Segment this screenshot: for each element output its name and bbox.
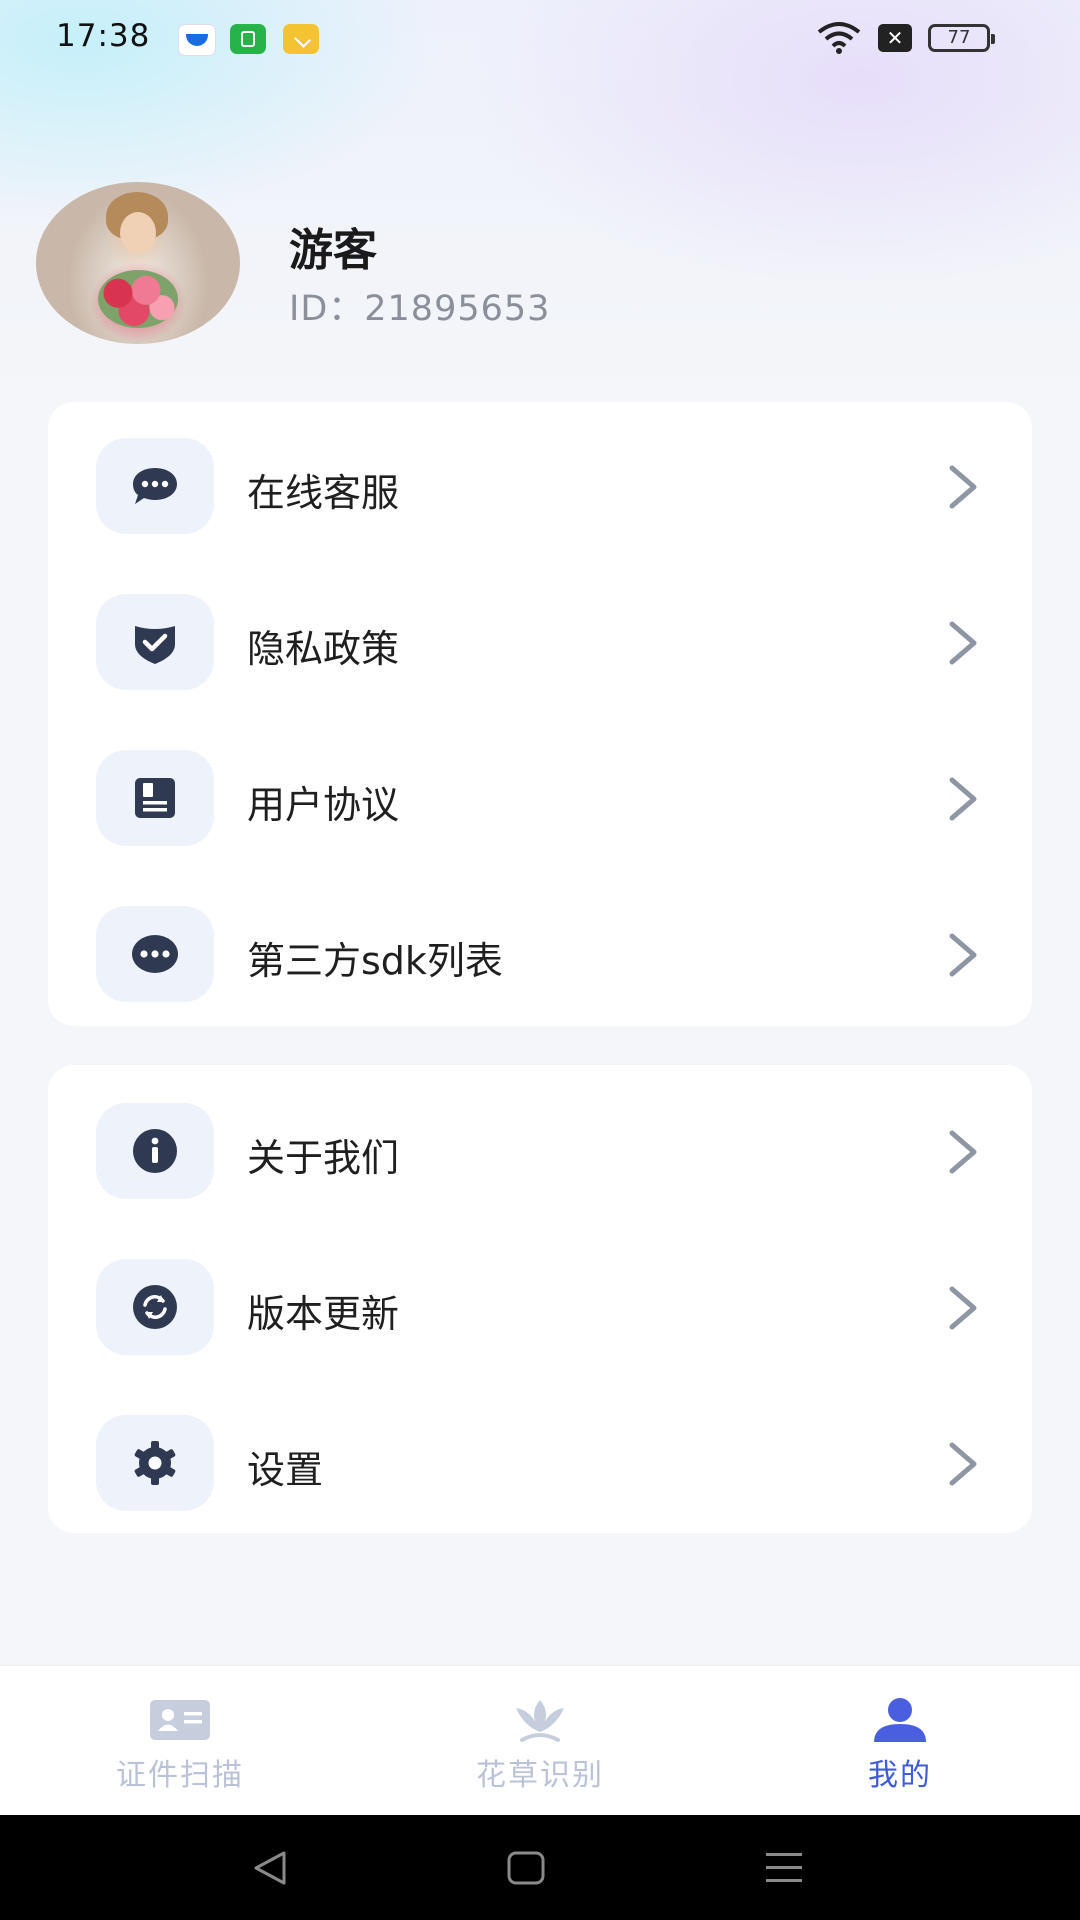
menu-item-label: 设置 [247, 1448, 324, 1492]
menu-item-privacy-policy[interactable]: 隐私政策 [48, 588, 1032, 698]
menu-item-label: 隐私政策 [247, 627, 400, 671]
menu-icon-box [96, 594, 214, 690]
menu-item-third-party-sdk[interactable]: 第三方sdk列表 [48, 900, 1032, 1010]
status-time: 17:38 [56, 18, 151, 54]
menu-icon-box [96, 906, 214, 1002]
menu-icon-box [96, 438, 214, 534]
menu-item-online-service[interactable]: 在线客服 [48, 432, 1032, 542]
wifi-icon [817, 22, 861, 54]
app-notification-icon [230, 24, 266, 54]
menu-card-primary: 在线客服 隐私政策 用户协议 第三方sdk列表 [48, 402, 1032, 1026]
home-icon[interactable] [506, 1849, 546, 1887]
menu-icon-box [96, 750, 214, 846]
sim-off-icon: ✕ [878, 24, 912, 52]
back-icon[interactable] [250, 1849, 290, 1887]
chevron-right-icon [949, 1442, 977, 1486]
menu-item-label: 在线客服 [247, 471, 400, 515]
menu-item-label: 版本更新 [247, 1292, 400, 1336]
tab-label: 我的 [868, 1758, 932, 1793]
chevron-right-icon [949, 933, 977, 977]
chevron-right-icon [949, 465, 977, 509]
avatar-bouquet [98, 270, 178, 328]
chevron-right-icon [949, 777, 977, 821]
status-bar: 17:38 ✕ 77 [0, 0, 1080, 76]
tab-plant-identify[interactable]: 花草识别 [390, 1666, 690, 1816]
menu-item-label: 第三方sdk列表 [247, 939, 503, 983]
menu-card-secondary: 关于我们 版本更新 设置 [48, 1065, 1032, 1533]
menu-icon-box [96, 1103, 214, 1199]
shield-check-icon [135, 626, 175, 664]
tab-id-scan[interactable]: 证件扫描 [30, 1666, 330, 1816]
tab-label: 证件扫描 [116, 1758, 244, 1793]
menu-icon-box [96, 1259, 214, 1355]
refresh-icon [133, 1285, 177, 1329]
menu-icon[interactable] [764, 1849, 804, 1887]
chat-bubble-icon [133, 468, 177, 504]
chevron-right-icon [949, 1130, 977, 1174]
app-notification-icon [178, 24, 216, 56]
avatar[interactable] [36, 182, 240, 344]
id-card-icon [150, 1700, 210, 1740]
lotus-icon [516, 1700, 564, 1742]
more-dots-icon [132, 935, 178, 973]
menu-item-label: 关于我们 [247, 1136, 400, 1180]
tab-label: 花草识别 [476, 1758, 604, 1793]
tab-mine[interactable]: 我的 [750, 1666, 1050, 1816]
info-icon [133, 1129, 177, 1173]
menu-item-label: 用户协议 [247, 783, 400, 827]
menu-icon-box [96, 1415, 214, 1511]
menu-item-user-agreement[interactable]: 用户协议 [48, 744, 1032, 854]
menu-item-version-update[interactable]: 版本更新 [48, 1253, 1032, 1363]
menu-item-about-us[interactable]: 关于我们 [48, 1097, 1032, 1207]
avatar-face [120, 212, 156, 254]
menu-item-settings[interactable]: 设置 [48, 1409, 1032, 1519]
chevron-right-icon [949, 1286, 977, 1330]
user-name: 游客 [289, 225, 377, 276]
battery-icon: 77 [928, 24, 995, 52]
person-icon [874, 1698, 926, 1742]
app-notification-icon [283, 24, 319, 54]
document-icon [135, 778, 175, 818]
system-nav-bar [0, 1815, 1080, 1920]
user-id: ID：21895653 [289, 289, 551, 329]
bottom-nav: 证件扫描 花草识别 我的 [0, 1665, 1080, 1816]
chevron-right-icon [949, 621, 977, 665]
gear-icon [134, 1441, 176, 1485]
